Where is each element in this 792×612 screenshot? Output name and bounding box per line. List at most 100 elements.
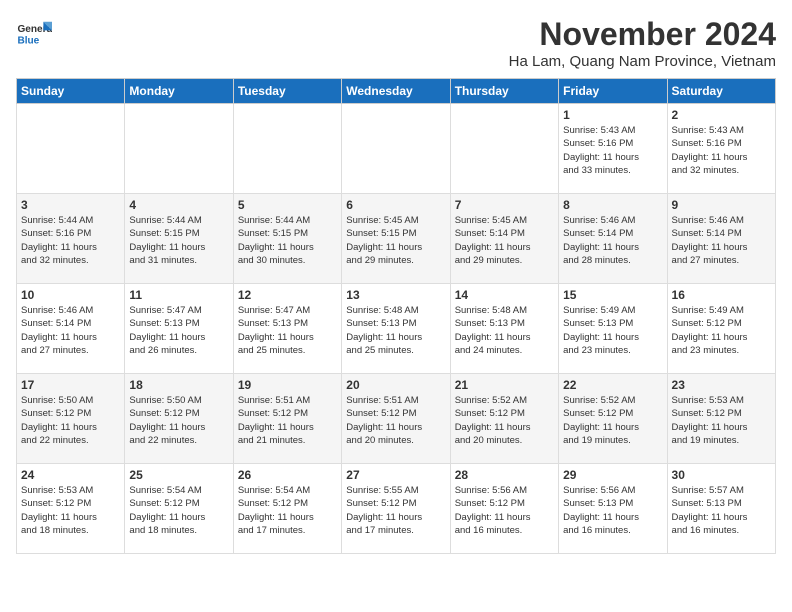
weekday-header-sunday: Sunday <box>17 79 125 104</box>
day-number: 18 <box>129 378 228 392</box>
day-cell: 27 Sunrise: 5:55 AM Sunset: 5:12 PM Dayli… <box>342 464 450 554</box>
day-info: Sunrise: 5:50 AM Sunset: 5:12 PM Dayligh… <box>21 394 120 447</box>
day-cell: 5Sunrise: 5:44 AM Sunset: 5:15 PM Daylig… <box>233 194 341 284</box>
day-info: Sunrise: 5:50 AM Sunset: 5:12 PM Dayligh… <box>129 394 228 447</box>
day-cell: 2Sunrise: 5:43 AM Sunset: 5:16 PM Daylig… <box>667 104 775 194</box>
day-cell: 30 Sunrise: 5:57 AM Sunset: 5:13 PM Dayli… <box>667 464 775 554</box>
weekday-header-row: SundayMondayTuesdayWednesdayThursdayFrid… <box>17 79 776 104</box>
day-number: 11 <box>129 288 228 302</box>
day-cell: 11 Sunrise: 5:47 AM Sunset: 5:13 PM Dayli… <box>125 284 233 374</box>
day-number: 27 <box>346 468 445 482</box>
day-number: 15 <box>563 288 662 302</box>
day-number: 9 <box>672 198 771 212</box>
day-info: Sunrise: 5:44 AM Sunset: 5:16 PM Dayligh… <box>21 214 120 267</box>
day-number: 21 <box>455 378 554 392</box>
day-number: 23 <box>672 378 771 392</box>
day-info: Sunrise: 5:54 AM Sunset: 5:12 PM Dayligh… <box>129 484 228 537</box>
logo-icon: General Blue <box>16 16 52 52</box>
day-number: 25 <box>129 468 228 482</box>
day-cell: 23 Sunrise: 5:53 AM Sunset: 5:12 PM Dayli… <box>667 374 775 464</box>
day-cell <box>125 104 233 194</box>
day-number: 20 <box>346 378 445 392</box>
day-info: Sunrise: 5:44 AM Sunset: 5:15 PM Dayligh… <box>129 214 228 267</box>
day-info: Sunrise: 5:48 AM Sunset: 5:13 PM Dayligh… <box>346 304 445 357</box>
day-cell: 20 Sunrise: 5:51 AM Sunset: 5:12 PM Dayli… <box>342 374 450 464</box>
day-cell: 16Sunrise: 5:49 AM Sunset: 5:12 PM Dayli… <box>667 284 775 374</box>
month-title: November 2024 <box>509 16 776 53</box>
day-number: 22 <box>563 378 662 392</box>
day-cell <box>450 104 558 194</box>
weekday-header-saturday: Saturday <box>667 79 775 104</box>
day-number: 7 <box>455 198 554 212</box>
week-row-3: 10Sunrise: 5:46 AM Sunset: 5:14 PM Dayli… <box>17 284 776 374</box>
day-info: Sunrise: 5:47 AM Sunset: 5:13 PM Dayligh… <box>238 304 337 357</box>
day-info: Sunrise: 5:46 AM Sunset: 5:14 PM Dayligh… <box>672 214 771 267</box>
weekday-header-friday: Friday <box>559 79 667 104</box>
day-number: 4 <box>129 198 228 212</box>
day-info: Sunrise: 5:45 AM Sunset: 5:15 PM Dayligh… <box>346 214 445 267</box>
day-cell: 22Sunrise: 5:52 AM Sunset: 5:12 PM Dayli… <box>559 374 667 464</box>
day-info: Sunrise: 5:51 AM Sunset: 5:12 PM Dayligh… <box>346 394 445 447</box>
day-number: 5 <box>238 198 337 212</box>
day-number: 14 <box>455 288 554 302</box>
day-number: 29 <box>563 468 662 482</box>
day-info: Sunrise: 5:47 AM Sunset: 5:13 PM Dayligh… <box>129 304 228 357</box>
day-info: Sunrise: 5:45 AM Sunset: 5:14 PM Dayligh… <box>455 214 554 267</box>
day-cell <box>233 104 341 194</box>
week-row-2: 3 Sunrise: 5:44 AM Sunset: 5:16 PM Daylig… <box>17 194 776 284</box>
day-info: Sunrise: 5:55 AM Sunset: 5:12 PM Dayligh… <box>346 484 445 537</box>
day-cell: 4 Sunrise: 5:44 AM Sunset: 5:15 PM Daylig… <box>125 194 233 284</box>
weekday-header-monday: Monday <box>125 79 233 104</box>
day-info: Sunrise: 5:52 AM Sunset: 5:12 PM Dayligh… <box>455 394 554 447</box>
day-info: Sunrise: 5:51 AM Sunset: 5:12 PM Dayligh… <box>238 394 337 447</box>
day-cell: 19Sunrise: 5:51 AM Sunset: 5:12 PM Dayli… <box>233 374 341 464</box>
day-cell: 9 Sunrise: 5:46 AM Sunset: 5:14 PM Daylig… <box>667 194 775 284</box>
day-info: Sunrise: 5:46 AM Sunset: 5:14 PM Dayligh… <box>563 214 662 267</box>
day-cell: 6 Sunrise: 5:45 AM Sunset: 5:15 PM Daylig… <box>342 194 450 284</box>
day-info: Sunrise: 5:43 AM Sunset: 5:16 PM Dayligh… <box>672 124 771 177</box>
day-cell <box>17 104 125 194</box>
day-info: Sunrise: 5:53 AM Sunset: 5:12 PM Dayligh… <box>21 484 120 537</box>
day-cell: 3 Sunrise: 5:44 AM Sunset: 5:16 PM Daylig… <box>17 194 125 284</box>
day-cell <box>342 104 450 194</box>
week-row-5: 24 Sunrise: 5:53 AM Sunset: 5:12 PM Dayli… <box>17 464 776 554</box>
weekday-header-wednesday: Wednesday <box>342 79 450 104</box>
day-info: Sunrise: 5:56 AM Sunset: 5:12 PM Dayligh… <box>455 484 554 537</box>
day-cell: 18 Sunrise: 5:50 AM Sunset: 5:12 PM Dayli… <box>125 374 233 464</box>
day-info: Sunrise: 5:48 AM Sunset: 5:13 PM Dayligh… <box>455 304 554 357</box>
svg-text:Blue: Blue <box>17 35 39 46</box>
day-number: 6 <box>346 198 445 212</box>
day-cell: 25 Sunrise: 5:54 AM Sunset: 5:12 PM Dayli… <box>125 464 233 554</box>
day-number: 16 <box>672 288 771 302</box>
day-info: Sunrise: 5:53 AM Sunset: 5:12 PM Dayligh… <box>672 394 771 447</box>
day-cell: 7 Sunrise: 5:45 AM Sunset: 5:14 PM Daylig… <box>450 194 558 284</box>
calendar-table: SundayMondayTuesdayWednesdayThursdayFrid… <box>16 78 776 554</box>
week-row-4: 17 Sunrise: 5:50 AM Sunset: 5:12 PM Dayli… <box>17 374 776 464</box>
day-cell: 17 Sunrise: 5:50 AM Sunset: 5:12 PM Dayli… <box>17 374 125 464</box>
day-cell: 13 Sunrise: 5:48 AM Sunset: 5:13 PM Dayli… <box>342 284 450 374</box>
day-number: 17 <box>21 378 120 392</box>
day-info: Sunrise: 5:56 AM Sunset: 5:13 PM Dayligh… <box>563 484 662 537</box>
logo: General Blue <box>16 16 52 52</box>
day-info: Sunrise: 5:57 AM Sunset: 5:13 PM Dayligh… <box>672 484 771 537</box>
day-number: 13 <box>346 288 445 302</box>
day-number: 3 <box>21 198 120 212</box>
weekday-header-tuesday: Tuesday <box>233 79 341 104</box>
day-cell: 21 Sunrise: 5:52 AM Sunset: 5:12 PM Dayli… <box>450 374 558 464</box>
week-row-1: 1 Sunrise: 5:43 AM Sunset: 5:16 PM Daylig… <box>17 104 776 194</box>
day-info: Sunrise: 5:49 AM Sunset: 5:13 PM Dayligh… <box>563 304 662 357</box>
day-cell: 1Sunrise: 5:43 AM Sunset: 5:16 PM Daylig… <box>559 104 667 194</box>
day-number: 1 <box>563 108 662 122</box>
day-number: 12 <box>238 288 337 302</box>
day-cell: 10Sunrise: 5:46 AM Sunset: 5:14 PM Dayli… <box>17 284 125 374</box>
day-number: 24 <box>21 468 120 482</box>
day-cell: 14 Sunrise: 5:48 AM Sunset: 5:13 PM Dayli… <box>450 284 558 374</box>
day-info: Sunrise: 5:54 AM Sunset: 5:12 PM Dayligh… <box>238 484 337 537</box>
day-cell: 26 Sunrise: 5:54 AM Sunset: 5:12 PM Dayli… <box>233 464 341 554</box>
day-number: 26 <box>238 468 337 482</box>
day-info: Sunrise: 5:46 AM Sunset: 5:14 PM Dayligh… <box>21 304 120 357</box>
day-number: 30 <box>672 468 771 482</box>
day-cell: 29 Sunrise: 5:56 AM Sunset: 5:13 PM Dayli… <box>559 464 667 554</box>
day-cell: 28Sunrise: 5:56 AM Sunset: 5:12 PM Dayli… <box>450 464 558 554</box>
day-cell: 12 Sunrise: 5:47 AM Sunset: 5:13 PM Dayli… <box>233 284 341 374</box>
